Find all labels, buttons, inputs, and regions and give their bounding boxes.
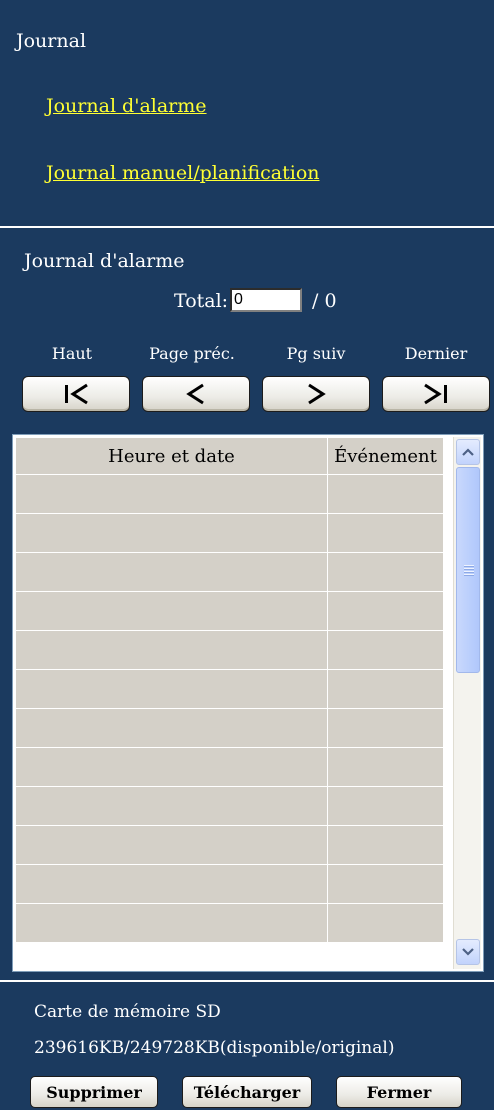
prev-page-label: Page préc. bbox=[149, 344, 235, 363]
datetime-cell bbox=[15, 591, 328, 631]
thumb-grip bbox=[464, 571, 474, 572]
datetime-cell bbox=[15, 630, 328, 670]
vertical-scrollbar[interactable] bbox=[453, 437, 481, 969]
total-count: / 0 bbox=[312, 290, 337, 312]
datetime-cell bbox=[15, 474, 328, 514]
table-header-row: Heure et date Événement bbox=[15, 437, 444, 475]
table-row[interactable] bbox=[15, 825, 444, 865]
delete-button[interactable]: Supprimer bbox=[30, 1076, 158, 1108]
next-page-label: Pg suiv bbox=[286, 344, 346, 363]
event-cell bbox=[327, 864, 444, 904]
datetime-cell bbox=[15, 786, 328, 826]
table-row[interactable] bbox=[15, 903, 444, 943]
table-row[interactable] bbox=[15, 591, 444, 631]
first-page-button[interactable] bbox=[22, 376, 130, 412]
event-cell bbox=[327, 825, 444, 865]
datetime-cell bbox=[15, 669, 328, 709]
chevron-up-icon bbox=[462, 448, 474, 456]
sd-card-title: Carte de mémoire SD bbox=[34, 1002, 221, 1022]
table-row[interactable] bbox=[15, 669, 444, 709]
event-cell bbox=[327, 786, 444, 826]
total-input[interactable]: 0 bbox=[230, 288, 302, 312]
first-page-icon bbox=[65, 383, 88, 405]
manual-schedule-log-link[interactable]: Journal manuel/planification bbox=[46, 162, 320, 184]
datetime-cell bbox=[15, 903, 328, 943]
next-page-icon bbox=[308, 383, 326, 405]
journal-panel: Journal Journal d'alarme Journal manuel/… bbox=[0, 0, 494, 226]
prev-page-icon bbox=[186, 383, 204, 405]
datetime-cell bbox=[15, 513, 328, 553]
scrollbar-thumb[interactable] bbox=[456, 467, 480, 673]
event-cell bbox=[327, 903, 444, 943]
log-table-container: Heure et date Événement bbox=[12, 434, 484, 972]
datetime-cell bbox=[15, 825, 328, 865]
table-row[interactable] bbox=[15, 786, 444, 826]
log-table: Heure et date Événement bbox=[15, 437, 444, 943]
alarm-log-link[interactable]: Journal d'alarme bbox=[46, 95, 207, 117]
chevron-down-icon bbox=[462, 948, 474, 956]
download-button[interactable]: Télécharger bbox=[182, 1076, 312, 1108]
scroll-down-button[interactable] bbox=[456, 939, 480, 965]
last-page-icon bbox=[424, 383, 447, 405]
prev-page-button[interactable] bbox=[142, 376, 250, 412]
scroll-up-button[interactable] bbox=[456, 439, 480, 465]
event-cell bbox=[327, 669, 444, 709]
table-row[interactable] bbox=[15, 474, 444, 514]
log-table-body bbox=[15, 474, 444, 943]
last-page-button[interactable] bbox=[382, 376, 490, 412]
close-button[interactable]: Fermer bbox=[336, 1076, 462, 1108]
thumb-grip bbox=[464, 574, 474, 575]
last-page-label: Dernier bbox=[404, 344, 468, 363]
datetime-cell bbox=[15, 708, 328, 748]
datetime-cell bbox=[15, 747, 328, 787]
event-cell bbox=[327, 474, 444, 514]
thumb-grip bbox=[464, 565, 474, 566]
event-cell bbox=[327, 552, 444, 592]
table-row[interactable] bbox=[15, 630, 444, 670]
alarm-log-panel: Journal d'alarme Total: 0 / 0 Haut Page … bbox=[0, 228, 494, 980]
alarm-log-heading: Journal d'alarme bbox=[24, 250, 185, 272]
event-cell bbox=[327, 630, 444, 670]
first-page-label: Haut bbox=[51, 344, 93, 363]
datetime-cell bbox=[15, 864, 328, 904]
table-row[interactable] bbox=[15, 552, 444, 592]
next-page-button[interactable] bbox=[262, 376, 370, 412]
total-label: Total: bbox=[174, 290, 229, 312]
table-row[interactable] bbox=[15, 708, 444, 748]
table-row[interactable] bbox=[15, 864, 444, 904]
event-cell bbox=[327, 747, 444, 787]
event-cell bbox=[327, 513, 444, 553]
sd-card-capacity: 239616KB/249728KB(disponible/original) bbox=[34, 1038, 395, 1058]
journal-heading: Journal bbox=[16, 30, 87, 52]
alarm-log-window: Journal Journal d'alarme Journal manuel/… bbox=[0, 0, 494, 1110]
datetime-cell bbox=[15, 552, 328, 592]
table-row[interactable] bbox=[15, 747, 444, 787]
sd-card-panel: Carte de mémoire SD 239616KB/249728KB(di… bbox=[0, 982, 494, 1110]
event-cell bbox=[327, 591, 444, 631]
thumb-grip bbox=[464, 568, 474, 569]
column-header-datetime[interactable]: Heure et date bbox=[15, 437, 328, 475]
event-cell bbox=[327, 708, 444, 748]
table-row[interactable] bbox=[15, 513, 444, 553]
column-header-event[interactable]: Événement bbox=[327, 437, 444, 475]
